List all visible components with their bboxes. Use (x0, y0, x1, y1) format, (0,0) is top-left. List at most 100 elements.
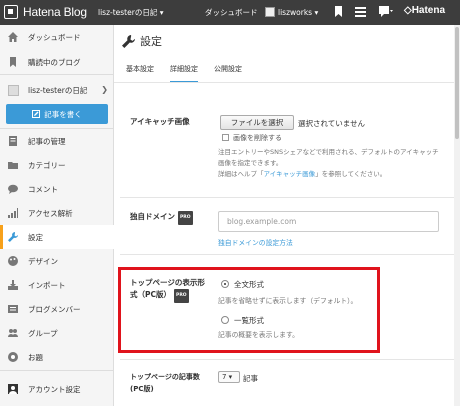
section-divider (120, 197, 456, 198)
wrench-icon (8, 232, 18, 242)
full-text-radio[interactable] (221, 280, 229, 288)
home-icon (8, 32, 18, 42)
display-format-label-line1: トップページの表示形 (130, 278, 205, 287)
entry-count-select[interactable]: 7 ▾ (218, 371, 240, 383)
blog-selector[interactable]: lisz-testerの日記 ▾ (98, 7, 163, 18)
section-divider (120, 254, 456, 255)
sidebar-item-label: 記事の管理 (28, 136, 66, 146)
full-text-label: 全文形式 (234, 280, 264, 289)
sidebar-item-label: インポート (28, 280, 66, 290)
notification-icon[interactable] (379, 6, 393, 17)
wrench-icon (122, 34, 135, 48)
palette-icon (8, 256, 18, 266)
sidebar-item-label: lisz-testerの日記 (28, 85, 88, 95)
list-radio[interactable] (221, 316, 229, 324)
sidebar-item-label: 設定 (28, 232, 43, 242)
entry-count-label: トップページの記事数 (PC版) (130, 371, 200, 395)
sidebar-item-settings[interactable]: 設定 (0, 225, 114, 249)
chart-icon (8, 208, 18, 218)
custom-domain-input[interactable] (218, 211, 439, 232)
chevron-right-icon: ❯ (101, 85, 108, 94)
delete-image-checkbox[interactable] (222, 134, 229, 141)
sidebar-item-label: 購読中のブログ (28, 57, 81, 67)
page-title-text: 設定 (140, 35, 162, 48)
folder-icon (8, 162, 18, 169)
blog-icon (8, 84, 19, 96)
members-icon (8, 305, 18, 313)
eyecatch-help-prefix: 詳細はヘルプ「 (218, 170, 264, 178)
dashboard-link[interactable]: ダッシュボード (205, 7, 258, 18)
sidebar-item-subscribed[interactable]: 購読中のブログ (0, 50, 114, 74)
pro-badge: PRO (178, 211, 193, 225)
sidebar-divider (0, 370, 114, 371)
eyecatch-label: アイキャッチ画像 (130, 117, 190, 126)
delete-image-label: 画像を削除する (233, 134, 282, 142)
sidebar-item-comments[interactable]: コメント (0, 177, 114, 201)
sidebar-item-dashboard[interactable]: ダッシュボード (0, 25, 114, 49)
pro-badge: PRO (174, 289, 189, 303)
account-icon (8, 384, 18, 394)
sidebar-item-label: ダッシュボード (28, 32, 81, 42)
write-entry-label: 記事を書く (44, 109, 82, 119)
eyecatch-note: 注目エントリーやSNSシェアなどで利用される、デフォルトのアイキャッチ画像を指定… (218, 147, 444, 180)
brand-name: Hatena Blog (23, 5, 87, 19)
sidebar-item-label: グループ (28, 328, 58, 338)
settings-panel: 設定 基本設定 詳細設定 公開設定 アイキャッチ画像 ファイルを選択 選択されて… (114, 25, 460, 406)
sidebar-item-members[interactable]: ブログメンバー (0, 297, 114, 321)
eyecatch-help-suffix: 」を参照してください。 (315, 170, 387, 178)
sidebar-item-groups[interactable]: グループ (0, 321, 114, 345)
eyecatch-note-text: 注目エントリーやSNSシェアなどで利用される、デフォルトのアイキャッチ画像を指定… (218, 148, 439, 167)
sidebar-item-categories[interactable]: カテゴリー (0, 153, 114, 177)
import-icon (8, 280, 18, 290)
tab-advanced[interactable]: 詳細設定 (170, 64, 198, 83)
sidebar-item-import[interactable]: インポート (0, 273, 114, 297)
sidebar-item-label: ブログメンバー (28, 304, 81, 314)
group-icon (8, 329, 18, 337)
sidebar-item-entries[interactable]: 記事の管理 (0, 129, 114, 153)
scrollbar-thumb[interactable] (455, 27, 459, 139)
entry-count-unit: 記事 (243, 374, 258, 383)
sidebar-item-analytics[interactable]: アクセス解析 (0, 201, 114, 225)
list-desc: 記事の概要を表示します。 (218, 331, 299, 339)
custom-domain-help-link[interactable]: 独自ドメインの設定方法 (218, 237, 293, 247)
scrollbar[interactable] (454, 25, 460, 406)
sidebar-item-label: デザイン (28, 256, 58, 266)
top-bar: Hatena Blog lisz-testerの日記 ▾ ダッシュボード lis… (0, 0, 460, 25)
topic-icon (8, 352, 18, 362)
hatena-link[interactable]: ◇Hatena (404, 5, 445, 16)
username: liszworks ▾ (278, 8, 319, 17)
tab-basic[interactable]: 基本設定 (126, 64, 154, 83)
bookmark-icon[interactable] (333, 6, 344, 17)
eyecatch-help-link[interactable]: アイキャッチ画像 (264, 170, 316, 178)
write-entry-button[interactable]: 記事を書く (6, 104, 108, 124)
document-icon (9, 136, 17, 146)
comment-icon (8, 184, 18, 194)
tab-divider (114, 82, 460, 83)
sidebar-item-label: アクセス解析 (28, 208, 73, 218)
sidebar: ダッシュボード 購読中のブログ lisz-testerの日記 ❯ 記事を書く 記… (0, 25, 114, 406)
user-menu[interactable]: liszworks ▾ (265, 7, 318, 17)
hatena-blog-logo-icon (4, 5, 18, 19)
sidebar-item-label: アカウント設定 (28, 384, 81, 394)
bookmark-icon (10, 57, 16, 67)
settings-tabs: 基本設定 詳細設定 公開設定 (126, 64, 258, 83)
sidebar-item-label: コメント (28, 184, 58, 194)
entry-count-label-line2: (PC版) (130, 385, 154, 393)
page-title: 設定 (122, 33, 162, 49)
sidebar-item-label: カテゴリー (28, 160, 66, 170)
tab-publish[interactable]: 公開設定 (214, 64, 242, 83)
choose-file-button[interactable]: ファイルを選択 (220, 115, 294, 130)
custom-domain-label: 独自ドメイン PRO (130, 211, 193, 225)
hatena-blog-logo[interactable]: Hatena Blog (4, 5, 87, 19)
entry-count-label-line1: トップページの記事数 (130, 373, 200, 381)
pencil-icon (32, 110, 41, 118)
sidebar-item-design[interactable]: デザイン (0, 249, 114, 273)
menu-icon[interactable] (355, 6, 366, 17)
full-text-desc: 記事を省略せずに表示します（デフォルト）。 (218, 297, 358, 305)
section-divider (120, 359, 456, 360)
sidebar-item-account[interactable]: アカウント設定 (0, 377, 114, 401)
sidebar-item-label: お題 (28, 352, 43, 362)
display-format-label: トップページの表示形 式（PC版） PRO (130, 277, 205, 303)
sidebar-item-topics[interactable]: お題 (0, 345, 114, 369)
sidebar-item-blog[interactable]: lisz-testerの日記 ❯ (0, 78, 114, 102)
